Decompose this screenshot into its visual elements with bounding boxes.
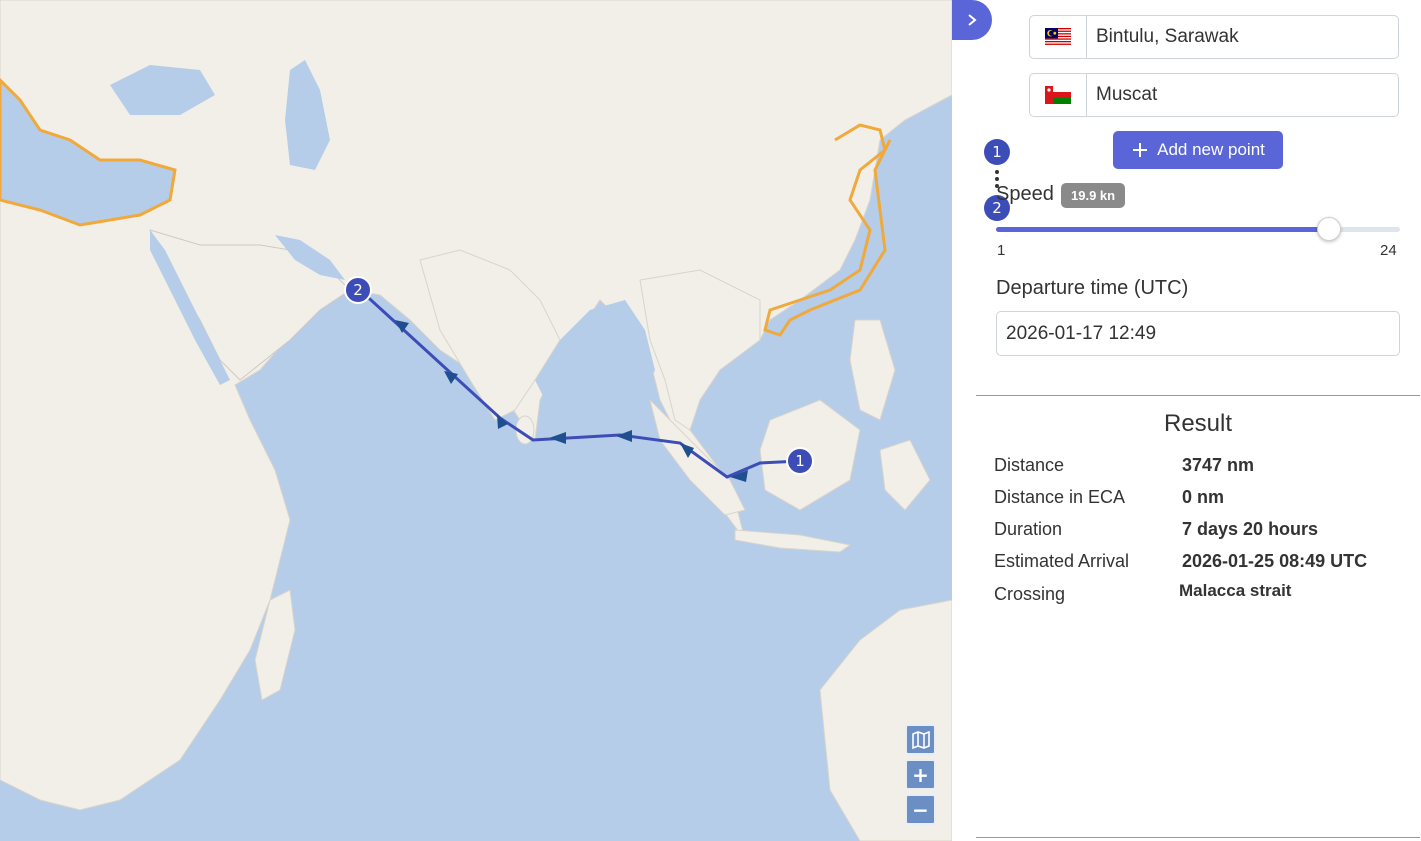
zoom-in-button[interactable]: + (905, 759, 936, 790)
point-name: Muscat (1096, 84, 1158, 105)
divider (976, 837, 1420, 838)
divider (976, 395, 1420, 396)
map-controls: + − (905, 724, 939, 825)
plus-icon (1133, 143, 1148, 157)
result-label-eca: Distance in ECA (994, 487, 1126, 507)
speed-max-label: 24 (1380, 242, 1397, 259)
speed-value-tooltip: 19.9 kn (1061, 183, 1126, 208)
speed-slider[interactable] (996, 217, 1400, 241)
departure-time-input[interactable]: 2026-01-17 12:49 (996, 311, 1400, 356)
result-value-eca: 0 nm (1182, 487, 1225, 507)
speed-slider-fill (996, 227, 1328, 232)
result-value-crossing: Malacca strait (1179, 581, 1292, 600)
add-point-button[interactable]: Add new point (1113, 131, 1283, 169)
point-name: Bintulu, Sarawak (1096, 26, 1239, 47)
route-marker-end[interactable]: 2 (344, 276, 372, 304)
map-canvas (0, 0, 952, 841)
sulawesi (879, 439, 931, 511)
result-label-crossing: Crossing (994, 584, 1066, 604)
result-label-arrival: Estimated Arrival (994, 551, 1130, 571)
flag-om-icon (1030, 74, 1087, 116)
speed-slider-thumb[interactable] (1316, 217, 1341, 241)
result-value-distance: 3747 nm (1182, 455, 1255, 475)
point-input-1[interactable]: Bintulu, Sarawak (1029, 15, 1399, 59)
result-value-arrival: 2026-01-25 08:49 UTC (1182, 551, 1368, 571)
layers-button[interactable] (905, 724, 936, 755)
indochina (639, 269, 761, 431)
speed-label: Speed (996, 183, 1054, 205)
zoom-out-button[interactable]: − (905, 794, 936, 825)
point-input-2[interactable]: Muscat (1029, 73, 1399, 117)
result-value-duration: 7 days 20 hours (1182, 519, 1319, 539)
departure-label: Departure time (UTC) (996, 277, 1189, 299)
map-view[interactable]: 1 2 + − (0, 0, 952, 841)
result-label-distance: Distance (994, 455, 1065, 475)
chevron-right-icon (968, 14, 977, 26)
map-icon (911, 730, 930, 749)
flag-my-icon (1030, 16, 1087, 58)
add-point-label: Add new point (1157, 140, 1265, 159)
speed-min-label: 1 (997, 242, 1006, 259)
result-label-duration: Duration (994, 519, 1063, 539)
side-panel: Bintulu, Sarawak Muscat Add new point 1 … (952, 0, 1421, 841)
route-marker-start[interactable]: 1 (786, 447, 814, 475)
java (734, 529, 852, 553)
result-title: Result (1163, 410, 1233, 437)
collapse-panel-button[interactable] (952, 0, 992, 40)
philippines (849, 319, 896, 421)
point-order-badge-1: 1 (984, 139, 1010, 165)
